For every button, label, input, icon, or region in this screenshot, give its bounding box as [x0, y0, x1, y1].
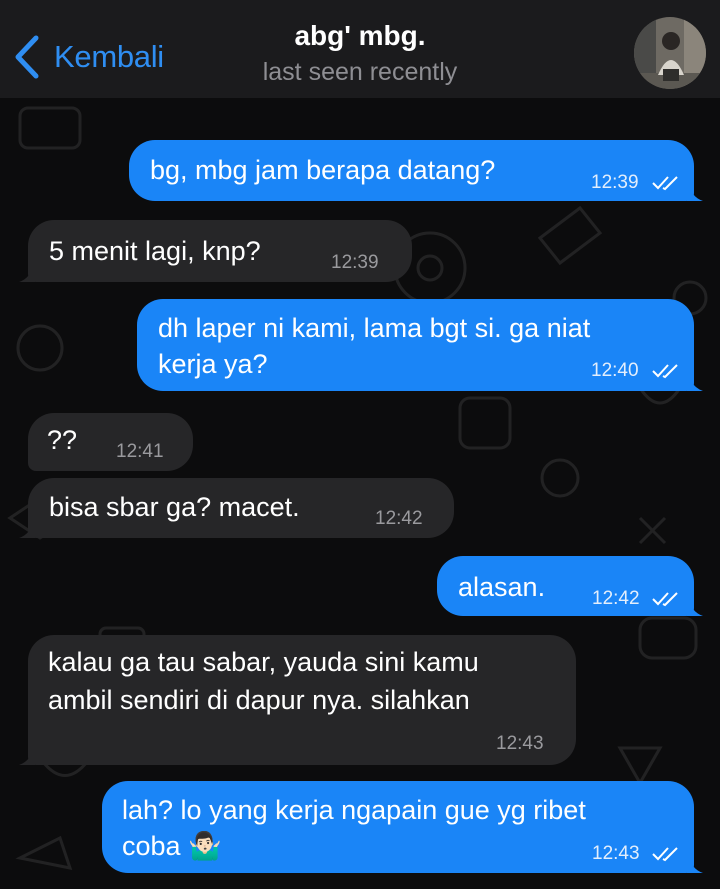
- chevron-left-icon: [15, 35, 39, 79]
- bubble-tail: [19, 262, 35, 282]
- message-time: 12:43: [496, 733, 544, 754]
- message-outgoing[interactable]: alasan. 12:42: [437, 556, 703, 616]
- message-time: 12:42: [375, 508, 423, 529]
- last-seen-status: last seen recently: [262, 58, 458, 86]
- message-text: bisa sbar ga? macet.: [49, 492, 300, 522]
- message-time: 12:41: [116, 441, 164, 462]
- back-label: Kembali: [54, 39, 164, 74]
- read-double-check-icon: [652, 592, 678, 607]
- bubble-tail: [687, 181, 703, 201]
- bubble-tail: [19, 518, 35, 538]
- message-outgoing[interactable]: dh laper ni kami, lama bgt si. ga niat k…: [137, 299, 703, 391]
- chat-header: Kembali abg' mbg. last seen recently: [0, 0, 720, 98]
- read-double-check-icon: [652, 364, 678, 379]
- bubble-tail: [687, 853, 703, 873]
- contact-name: abg' mbg.: [294, 20, 426, 51]
- avatar-photo: [634, 17, 706, 89]
- message-text-line: kerja ya?: [158, 349, 268, 379]
- message-time: 12:43: [592, 843, 640, 864]
- bubble-tail: [19, 745, 35, 765]
- message-time: 12:39: [331, 252, 379, 273]
- back-button[interactable]: Kembali: [12, 32, 164, 82]
- message-text: 5 menit lagi, knp?: [49, 236, 261, 266]
- bubble-tail: [687, 596, 703, 616]
- read-double-check-icon: [652, 847, 678, 862]
- message-text-line: kalau ga tau sabar, yauda sini kamu: [48, 647, 479, 677]
- message-text: alasan.: [458, 572, 546, 602]
- message-text-line: ambil sendiri di dapur nya. silahkan: [48, 685, 470, 715]
- message-incoming[interactable]: kalau ga tau sabar, yauda sini kamu ambi…: [19, 635, 576, 765]
- message-incoming[interactable]: ?? 12:41: [28, 413, 193, 471]
- message-text: ??: [47, 425, 78, 455]
- message-time: 12:39: [591, 172, 639, 193]
- bubble-tail: [687, 371, 703, 391]
- message-text-line: lah? lo yang kerja ngapain gue yg ribet: [122, 795, 586, 825]
- contact-info[interactable]: abg' mbg. last seen recently: [180, 18, 540, 89]
- message-text: bg, mbg jam berapa datang?: [150, 155, 496, 185]
- message-outgoing[interactable]: lah? lo yang kerja ngapain gue yg ribet …: [102, 781, 703, 873]
- message-text-line: dh laper ni kami, lama bgt si. ga niat: [158, 313, 591, 343]
- message-time: 12:40: [591, 360, 639, 381]
- message-incoming[interactable]: 5 menit lagi, knp? 12:39: [19, 220, 412, 282]
- message-outgoing[interactable]: bg, mbg jam berapa datang? 12:39: [129, 140, 703, 201]
- message-time: 12:42: [592, 588, 640, 609]
- message-text-line: coba 🤷🏻‍♂️: [122, 831, 222, 861]
- avatar[interactable]: [634, 17, 706, 89]
- message-incoming[interactable]: bisa sbar ga? macet. 12:42: [19, 478, 454, 538]
- read-double-check-icon: [652, 176, 678, 191]
